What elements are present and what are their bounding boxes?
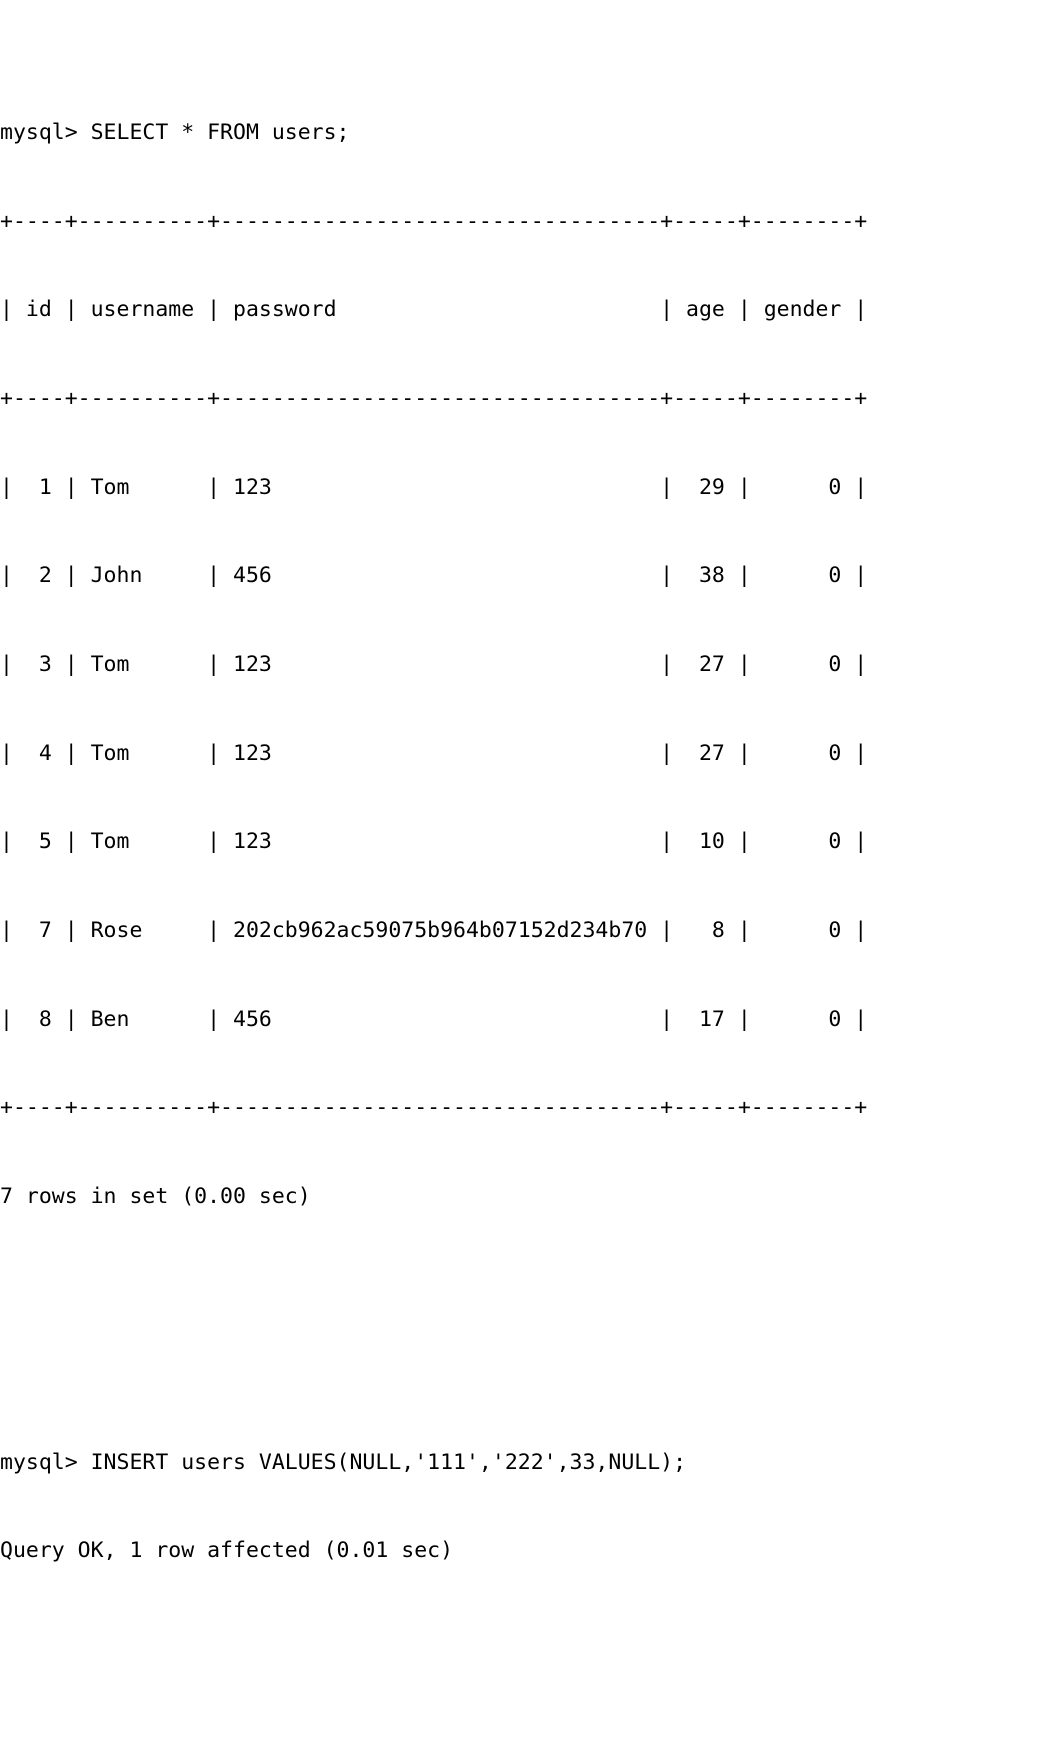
table-separator-top-1: +----+----------+-----------------------… <box>0 208 868 234</box>
status-line-rows-1: 7 rows in set (0.00 sec) <box>0 1183 311 1209</box>
command-line-insert[interactable]: mysql> INSERT users VALUES(NULL,'111','2… <box>0 1448 1044 1478</box>
terminal-output[interactable]: mysql> SELECT * FROM users; +----+------… <box>0 0 1044 1563</box>
command-line-select-1[interactable]: mysql> SELECT * FROM users; <box>0 118 1044 148</box>
table-row: | 3 | Tom | 123 | 27 | 0 | <box>0 652 868 678</box>
table-separator-bottom-1: +----+----------+-----------------------… <box>0 1095 868 1121</box>
table-header-row-1: | id | username | password | age | gende… <box>0 297 868 323</box>
table-row: | 2 | John | 456 | 38 | 0 | <box>0 563 868 589</box>
table-row: | 8 | Ben | 456 | 17 | 0 | <box>0 1006 868 1032</box>
table-separator-mid-1: +----+----------+-----------------------… <box>0 386 868 412</box>
status-line-query-ok: Query OK, 1 row affected (0.01 sec) <box>0 1538 454 1564</box>
table-row: | 5 | Tom | 123 | 10 | 0 | <box>0 829 868 855</box>
table-row: | 7 | Rose | 202cb962ac59075b964b07152d2… <box>0 917 868 943</box>
table-row: | 4 | Tom | 123 | 27 | 0 | <box>0 740 868 766</box>
table-row: | 1 | Tom | 123 | 29 | 0 | <box>0 474 868 500</box>
